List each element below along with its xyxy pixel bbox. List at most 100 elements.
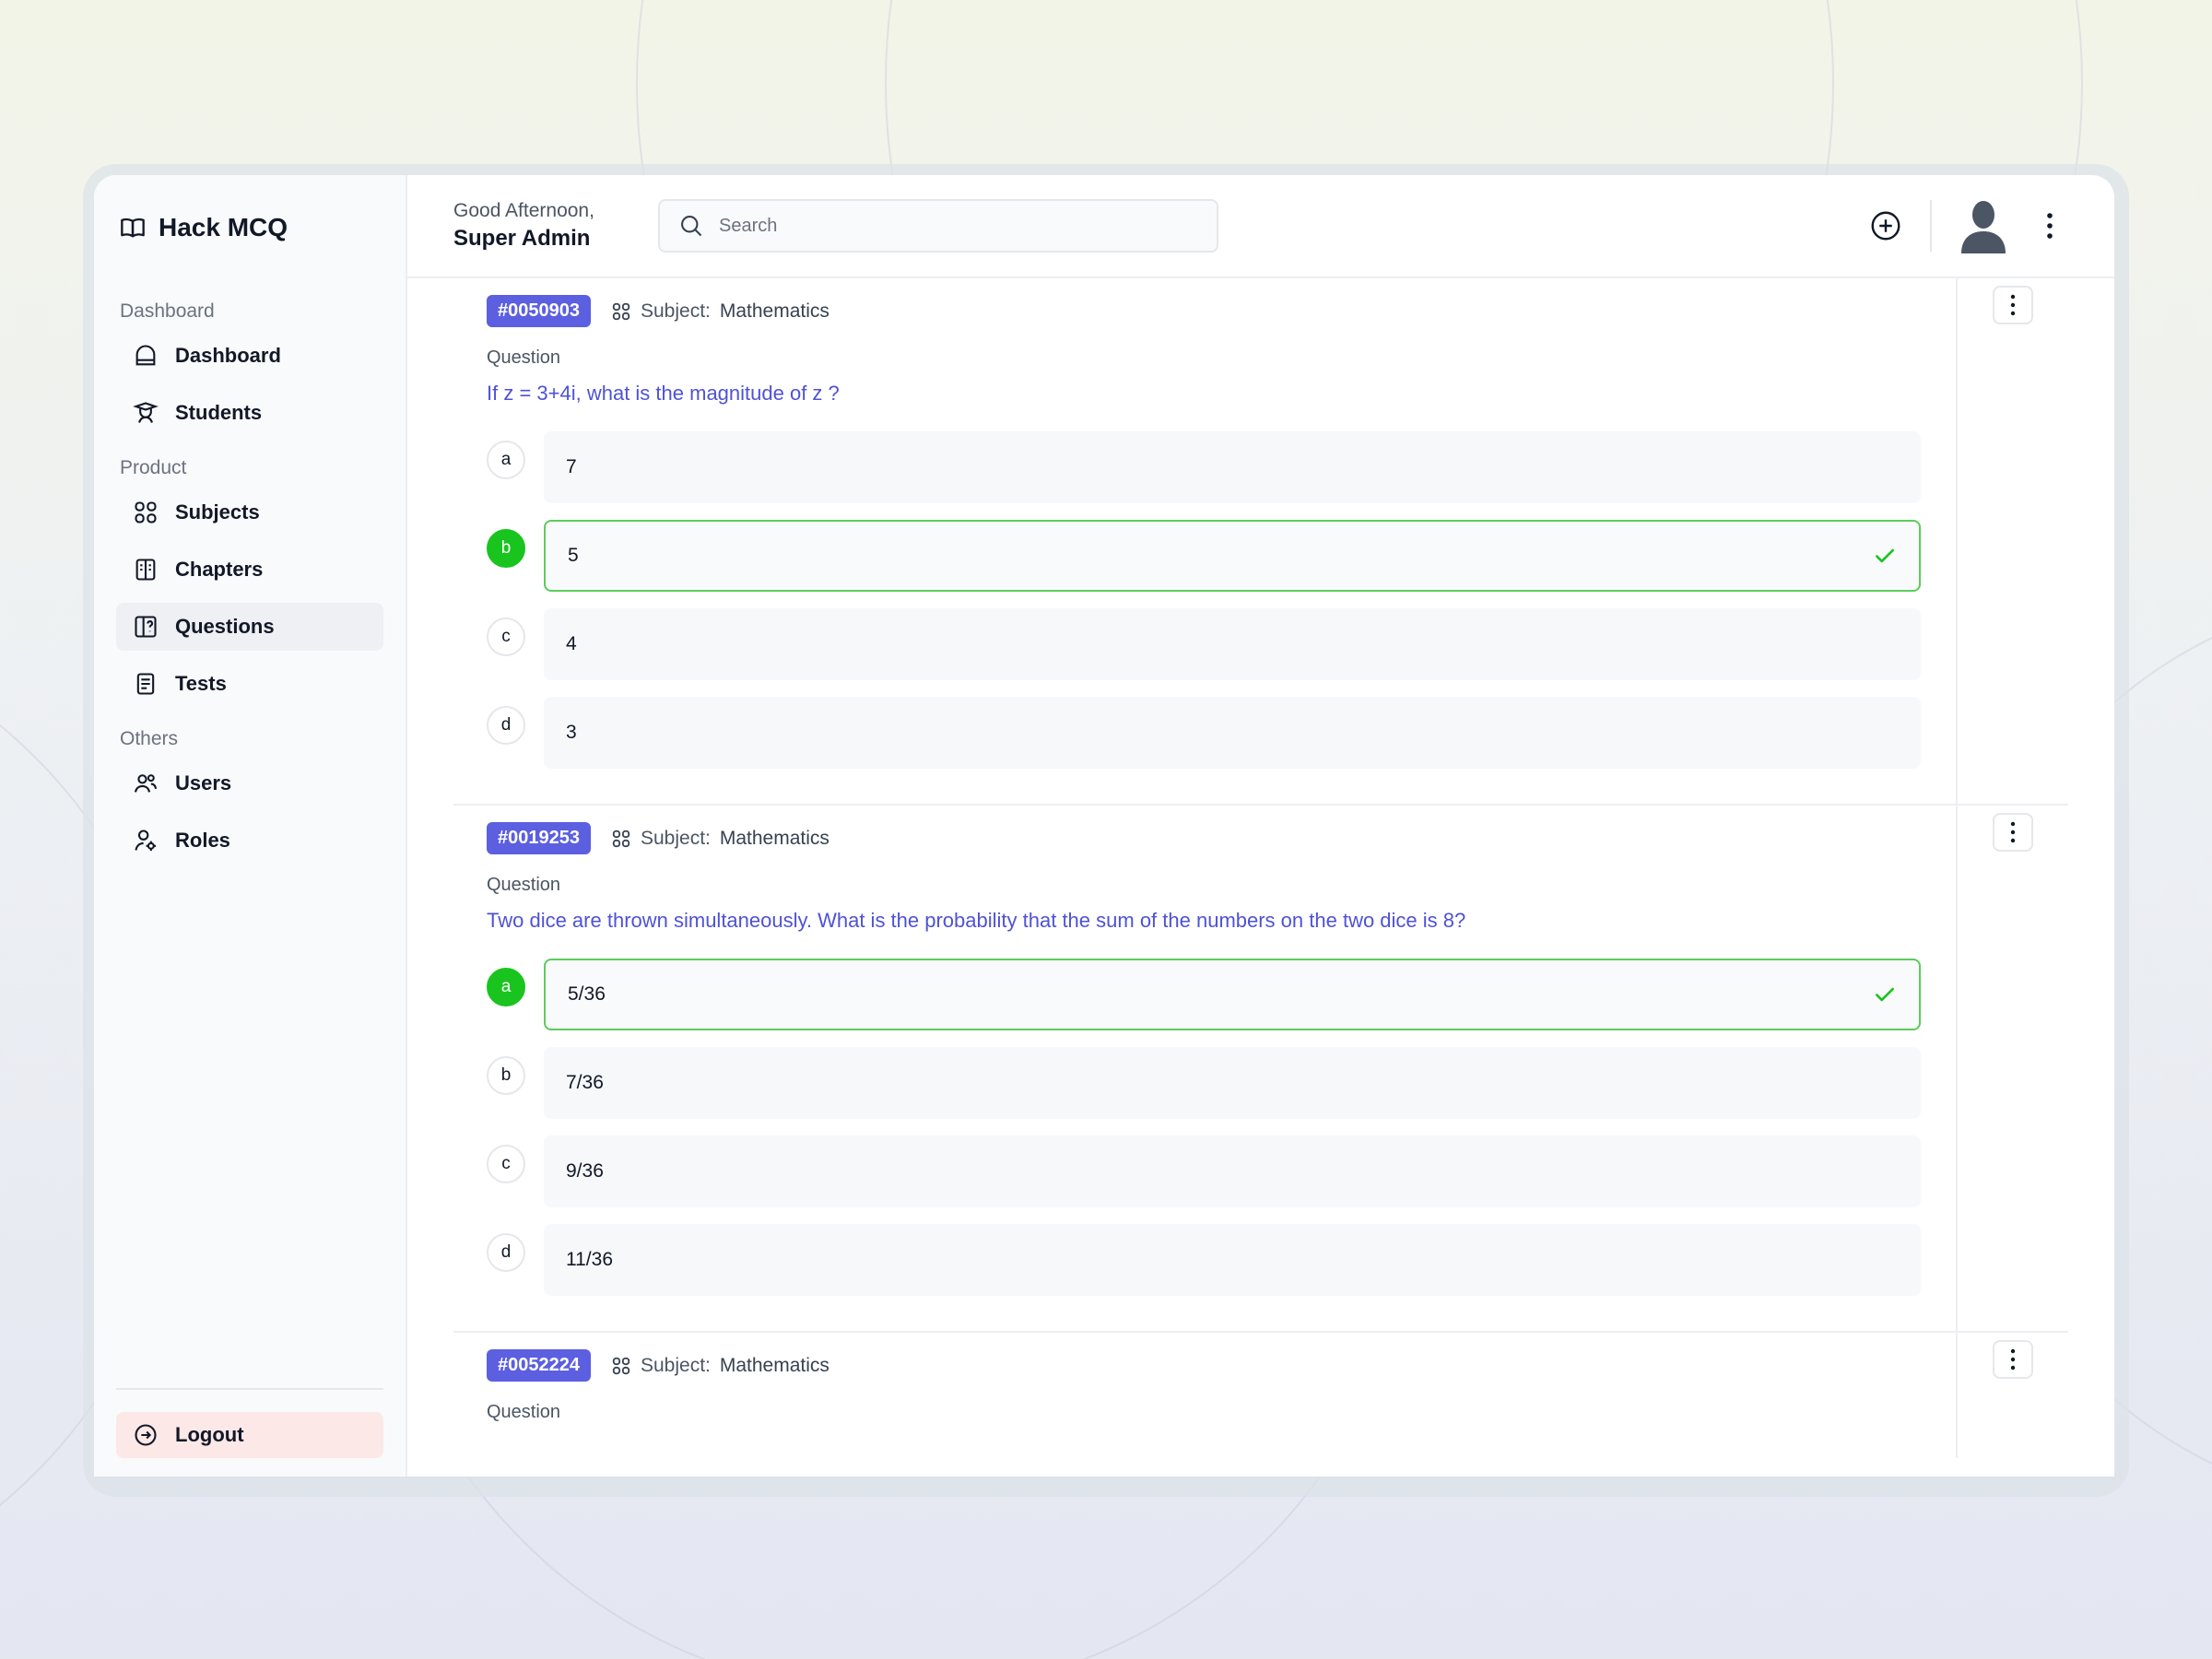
option-box[interactable]: 4	[544, 608, 1921, 680]
home-icon	[133, 343, 159, 369]
greeting: Good Afternoon, Super Admin	[453, 200, 651, 252]
section-label-others: Others	[120, 728, 179, 749]
sidebar-item-subjects[interactable]: Subjects	[116, 488, 383, 536]
option-row: d 3	[487, 697, 1921, 769]
question-actions	[1956, 278, 2068, 804]
grid-icon	[133, 500, 159, 525]
option-text: 11/36	[566, 1249, 613, 1270]
subject-tag: Subject: Mathematics	[611, 1355, 830, 1377]
subject-name: Mathematics	[719, 827, 830, 849]
document-icon	[133, 671, 159, 697]
greeting-text: Good Afternoon,	[453, 200, 594, 221]
option-text: 7	[566, 456, 577, 477]
search-input[interactable]	[719, 215, 1198, 237]
option-box[interactable]: 3	[544, 697, 1921, 769]
question-label: Question	[487, 1402, 561, 1422]
subject-name: Mathematics	[719, 300, 830, 322]
option-letter: d	[487, 706, 525, 745]
sidebar-item-chapters[interactable]: Chapters	[116, 546, 383, 594]
options-list: a 7 b 5 c 4 d 3	[487, 431, 1921, 769]
sidebar-item-tests[interactable]: Tests	[116, 660, 383, 708]
option-box[interactable]: 9/36	[544, 1135, 1921, 1207]
question-body: #0052224 Subject: Mathematics Question	[453, 1333, 1956, 1458]
question-card: #0052224 Subject: Mathematics Question	[453, 1333, 2068, 1458]
grid-icon	[612, 302, 630, 320]
avatar[interactable]	[1956, 198, 2011, 253]
student-icon	[133, 400, 159, 426]
option-row: c 4	[487, 608, 1921, 680]
question-actions	[1956, 1333, 2068, 1458]
top-actions	[1865, 198, 2070, 253]
option-box-correct[interactable]: 5	[544, 520, 1921, 592]
sidebar-item-questions[interactable]: Questions	[116, 603, 383, 651]
sidebar-item-label: Subjects	[175, 500, 260, 524]
questions-list: #0050903 Subject: Mathematics Question I…	[407, 278, 2114, 1477]
option-letter: b	[487, 529, 525, 568]
question-menu-button[interactable]	[1993, 1340, 2033, 1379]
sidebar-item-students[interactable]: Students	[116, 389, 383, 437]
question-body: #0050903 Subject: Mathematics Question I…	[453, 278, 1956, 804]
question-header: #0019253 Subject: Mathematics	[487, 822, 1921, 854]
question-id-badge: #0050903	[487, 295, 591, 327]
sidebar-item-dashboard[interactable]: Dashboard	[116, 332, 383, 380]
add-button[interactable]	[1865, 206, 1906, 246]
check-icon	[1876, 987, 1894, 1002]
question-id-badge: #0052224	[487, 1349, 591, 1382]
grid-icon	[612, 1357, 630, 1374]
section-label-product: Product	[120, 457, 187, 478]
question-menu-button[interactable]	[1993, 286, 2033, 324]
sidebar-item-users[interactable]: Users	[116, 759, 383, 807]
plus-circle-icon	[1871, 211, 1900, 241]
option-letter: c	[487, 1145, 525, 1183]
option-letter: b	[487, 1056, 525, 1095]
questions-icon	[133, 614, 159, 640]
sidebar: Hack MCQ Dashboard Dashboard Students Pr…	[94, 175, 407, 1477]
sidebar-item-roles[interactable]: Roles	[116, 817, 383, 865]
option-box-correct[interactable]: 5/36	[544, 959, 1921, 1030]
option-text: 9/36	[566, 1160, 604, 1182]
option-letter: a	[487, 441, 525, 479]
option-box[interactable]: 7	[544, 431, 1921, 503]
kebab-icon	[2010, 821, 2016, 843]
subject-prefix: Subject:	[640, 300, 711, 322]
option-text: 7/36	[566, 1072, 604, 1093]
question-actions	[1956, 806, 2068, 1331]
subject-prefix: Subject:	[640, 1354, 711, 1376]
question-card: #0050903 Subject: Mathematics Question I…	[453, 278, 2068, 806]
option-box[interactable]: 11/36	[544, 1224, 1921, 1296]
option-row: a 5/36	[487, 959, 1921, 1030]
question-card: #0019253 Subject: Mathematics Question T…	[453, 806, 2068, 1333]
option-letter: a	[487, 968, 525, 1006]
option-row: b 7/36	[487, 1047, 1921, 1119]
divider	[1930, 200, 1932, 252]
logout-label: Logout	[175, 1423, 244, 1446]
question-menu-button[interactable]	[1993, 813, 2033, 852]
options-list: a 5/36 b 7/36 c 9/36 d 11/36	[487, 959, 1921, 1296]
more-menu-button[interactable]	[2030, 206, 2070, 246]
main-area: Good Afternoon, Super Admin Search #0050…	[407, 175, 2114, 1477]
topbar: Good Afternoon, Super Admin	[407, 175, 2114, 278]
sidebar-item-label: Questions	[175, 615, 275, 638]
book-open-icon	[120, 215, 146, 241]
sidebar-item-label: Tests	[175, 672, 227, 695]
kebab-icon	[2047, 213, 2053, 239]
search-icon	[678, 213, 704, 239]
app-window: Hack MCQ Dashboard Dashboard Students Pr…	[94, 175, 2114, 1477]
option-text: 5/36	[568, 983, 606, 1005]
search-box[interactable]	[658, 199, 1218, 253]
sidebar-item-label: Dashboard	[175, 344, 281, 367]
grid-icon	[612, 830, 630, 847]
option-row: a 7	[487, 431, 1921, 503]
option-text: 3	[566, 722, 577, 743]
logout-button[interactable]: Logout	[116, 1412, 383, 1458]
subject-tag: Subject: Mathematics	[611, 828, 830, 850]
option-letter: c	[487, 618, 525, 656]
option-text: 5	[568, 545, 579, 566]
option-box[interactable]: 7/36	[544, 1047, 1921, 1119]
question-id-badge: #0019253	[487, 822, 591, 854]
subject-tag: Subject: Mathematics	[611, 300, 830, 323]
kebab-icon	[2010, 294, 2016, 316]
section-label-dashboard: Dashboard	[120, 300, 215, 322]
subject-name: Mathematics	[719, 1354, 830, 1376]
users-icon	[133, 771, 159, 796]
